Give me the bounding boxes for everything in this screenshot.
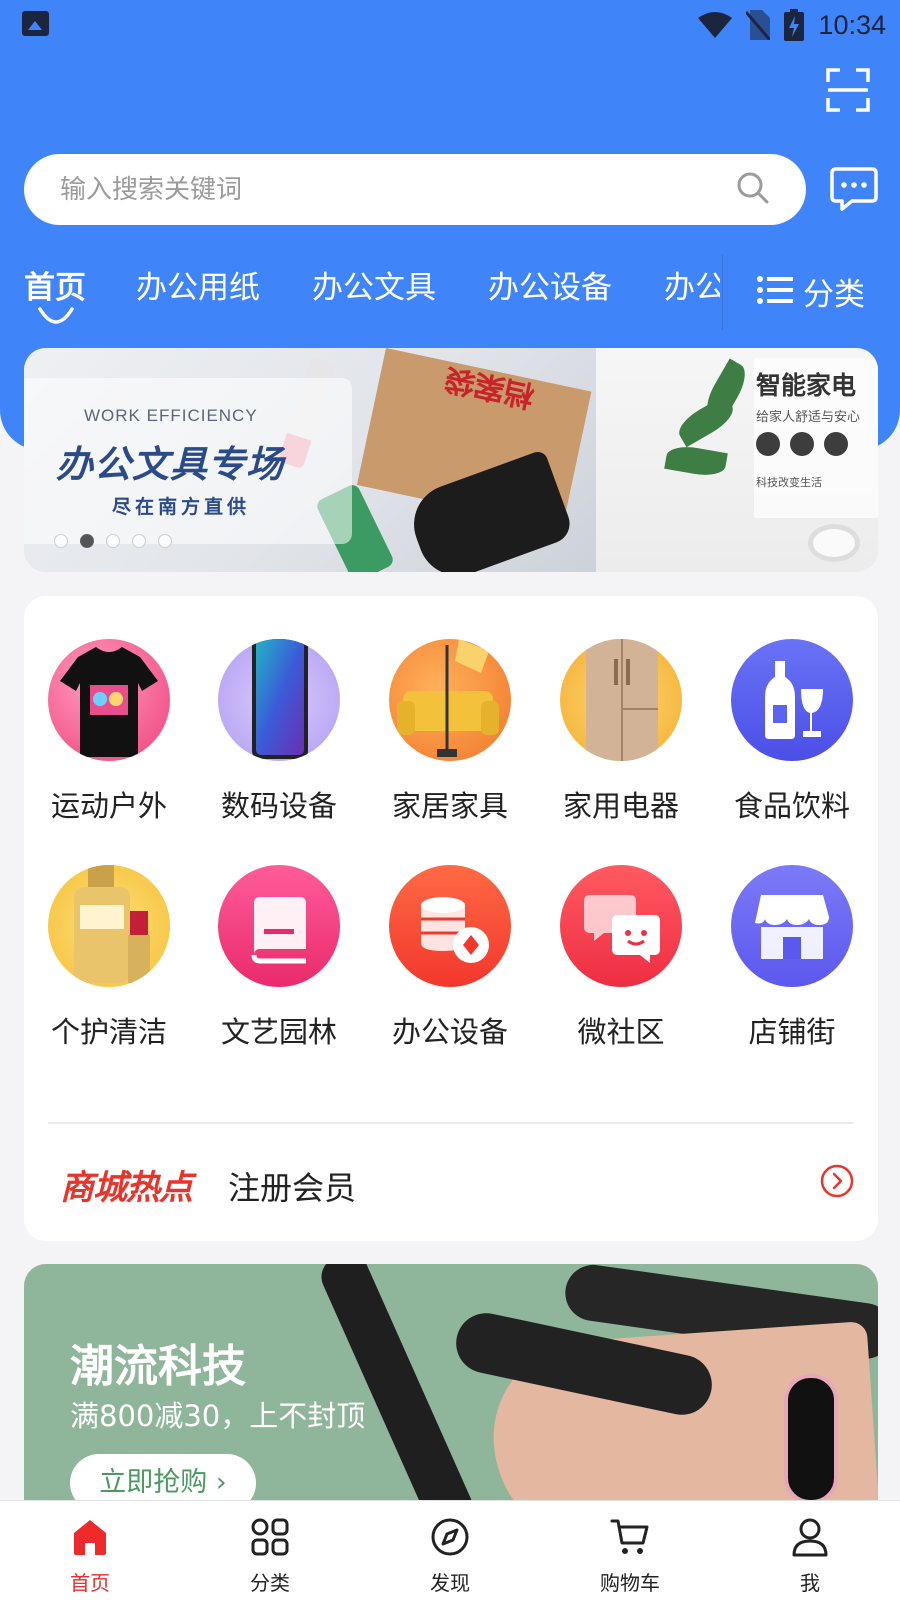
status-bar: 10:34 — [0, 0, 900, 50]
banner-title: 办公文具专场 — [56, 443, 284, 486]
bottom-nav-discover[interactable]: 发现 — [390, 1501, 510, 1600]
bottom-nav-label: 分类 — [250, 1571, 290, 1595]
category-appliances[interactable]: 家用电器 — [541, 639, 701, 825]
active-tab-indicator-icon — [38, 307, 74, 324]
category-label: 家居家具 — [391, 789, 508, 823]
divider — [48, 1122, 854, 1124]
database-icon — [389, 865, 511, 987]
category-community[interactable]: 微社区 — [541, 865, 701, 1051]
category-digital[interactable]: 数码设备 — [199, 639, 359, 825]
storefront-icon — [731, 865, 853, 987]
home-icon — [74, 1520, 106, 1555]
chevron-right-icon[interactable] — [820, 1164, 854, 1198]
carousel-dots — [54, 534, 172, 548]
chat-bubbles-icon — [560, 865, 682, 987]
category-tabs: 首页 办公用纸 办公文具 办公设备 办公 — [0, 262, 720, 332]
user-icon — [792, 1518, 828, 1557]
promo-subtitle: 满800减30，上不封顶 — [70, 1399, 366, 1433]
category-food-drink[interactable]: 食品饮料 — [712, 639, 872, 825]
plant-leaf-image — [699, 358, 753, 424]
book-icon — [218, 865, 340, 987]
wine-icon — [731, 639, 853, 761]
category-office-equipment[interactable]: 办公设备 — [370, 865, 530, 1051]
bottom-navigation: 首页 分类 发现 购物车 我 — [0, 1500, 900, 1600]
cart-icon — [610, 1519, 649, 1554]
feature-badges — [756, 432, 848, 456]
refrigerator-icon — [560, 639, 682, 761]
banner-eyebrow: WORK EFFICIENCY — [84, 406, 258, 425]
carousel-dot[interactable] — [106, 534, 120, 548]
no-sim-icon — [746, 10, 771, 40]
search-input[interactable] — [60, 154, 700, 225]
list-icon — [757, 276, 793, 304]
tab-office-paper[interactable]: 办公用纸 — [136, 262, 260, 307]
banner2-subtitle: 给家人舒适与安心 — [756, 410, 861, 425]
carousel-dot[interactable] — [132, 534, 146, 548]
wifi-icon — [698, 12, 733, 38]
bottom-nav-label: 购物车 — [600, 1571, 660, 1595]
tab-office-stationery[interactable]: 办公文具 — [312, 262, 436, 307]
perfume-lipstick-icon — [48, 865, 170, 987]
category-label: 微社区 — [577, 1015, 665, 1049]
grid-icon — [251, 1518, 289, 1556]
carousel-dot[interactable] — [158, 534, 172, 548]
banner2-title: 智能家电 — [756, 371, 857, 400]
category-label: 食品饮料 — [733, 789, 850, 823]
tab-office-more[interactable]: 办公 — [664, 262, 720, 307]
promo-title: 潮流科技 — [70, 1341, 246, 1392]
bottom-nav-me[interactable]: 我 — [750, 1501, 870, 1600]
category-label: 办公设备 — [391, 1015, 508, 1049]
plant-leaf-image — [664, 442, 728, 480]
battery-charging-icon — [784, 9, 805, 41]
carousel-dot[interactable] — [54, 534, 68, 548]
bike-frame-image — [315, 1264, 481, 1504]
status-time: 10:34 — [818, 9, 886, 40]
hot-logo: 商城热点 — [60, 1152, 193, 1209]
banner-slide-appliance[interactable]: 智能家电 给家人舒适与安心 科技改变生活 — [596, 348, 878, 572]
category-arts-garden[interactable]: 文艺园林 — [199, 865, 359, 1051]
smart-band-image — [784, 1374, 838, 1504]
category-label: 个护清洁 — [50, 1015, 167, 1049]
bottom-nav-home[interactable]: 首页 — [30, 1501, 150, 1600]
carousel-dot-active[interactable] — [80, 534, 94, 548]
bottom-nav-cart[interactable]: 购物车 — [570, 1501, 690, 1600]
banner-subtitle: 尽在南方直供 — [112, 496, 251, 518]
scan-icon[interactable] — [826, 68, 870, 112]
category-label: 数码设备 — [220, 789, 337, 823]
search-icon[interactable] — [736, 171, 770, 205]
bottom-nav-label: 发现 — [430, 1571, 470, 1595]
register-member-link[interactable]: 注册会员 — [228, 1163, 356, 1209]
compass-icon — [431, 1518, 469, 1556]
smart-device-image — [808, 524, 860, 562]
category-label: 家用电器 — [562, 789, 679, 823]
category-home-furniture[interactable]: 家居家具 — [370, 639, 530, 825]
category-label: 运动户外 — [50, 789, 167, 823]
bottom-nav-label: 首页 — [70, 1571, 110, 1595]
category-menu-button[interactable]: 分类 — [722, 255, 900, 330]
sofa-lamp-icon — [389, 639, 511, 761]
category-personal-care[interactable]: 个护清洁 — [29, 865, 189, 1051]
category-menu-label: 分类 — [803, 277, 865, 313]
bottom-nav-label: 我 — [800, 1571, 820, 1595]
banner2-tagline: 科技改变生活 — [756, 476, 822, 489]
category-shop-street[interactable]: 店铺街 — [712, 865, 872, 1051]
category-label: 店铺街 — [748, 1015, 836, 1049]
category-label: 文艺园林 — [220, 1015, 337, 1049]
message-icon[interactable] — [830, 166, 878, 212]
category-sports-outdoor[interactable]: 运动户外 — [29, 639, 189, 825]
tshirt-icon — [48, 639, 170, 761]
tab-office-equipment[interactable]: 办公设备 — [488, 262, 612, 307]
gallery-notification-icon — [22, 11, 49, 36]
bottom-nav-category[interactable]: 分类 — [210, 1501, 330, 1600]
search-bar — [24, 154, 806, 225]
tab-home[interactable]: 首页 — [24, 262, 86, 307]
smartphone-icon — [218, 639, 340, 761]
